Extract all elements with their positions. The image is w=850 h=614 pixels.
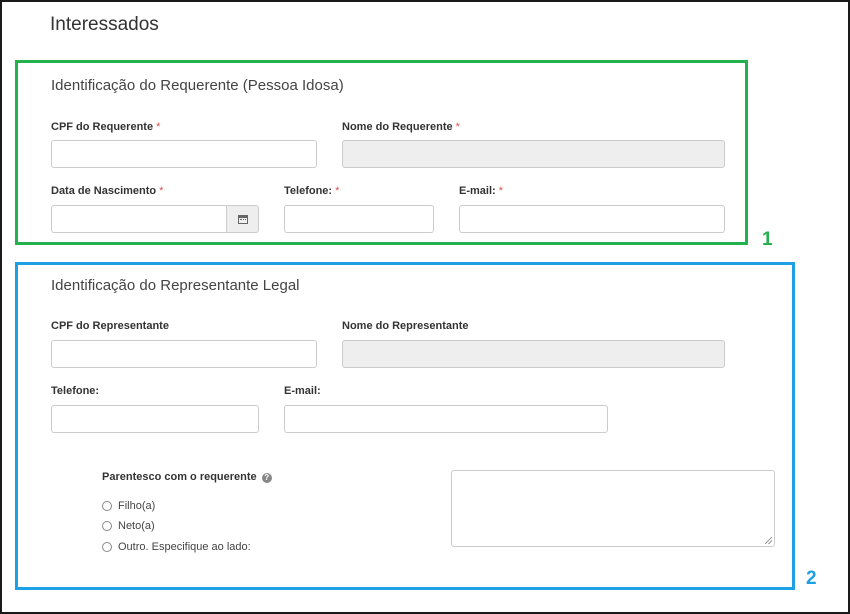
data-nascimento-label: Data de Nascimento * [51,185,164,197]
telefone-requerente-input[interactable] [284,205,434,233]
radio-button[interactable] [102,521,112,531]
radio-button[interactable] [102,542,112,552]
section-number-2: 2 [806,568,817,589]
nome-requerente-input [342,140,725,168]
section-number-1: 1 [762,229,773,250]
required-asterisk: * [156,121,161,133]
date-picker-button[interactable] [227,205,259,233]
radio-option-filho[interactable]: Filho(a) [102,500,155,512]
nome-representante-input [342,340,725,368]
telefone-representante-input[interactable] [51,405,259,433]
radio-option-outro[interactable]: Outro. Especifique ao lado: [102,541,251,553]
telefone-requerente-label: Telefone: * [284,185,340,197]
email-requerente-input[interactable] [459,205,725,233]
required-asterisk: * [335,185,340,197]
radio-label: Filho(a) [118,500,156,512]
calendar-icon [237,214,248,224]
page-title: Interessados [50,14,159,35]
telefone-representante-label: Telefone: [51,385,100,397]
radio-label: Neto(a) [118,520,155,532]
requerente-section-title: Identificação do Requerente (Pessoa Idos… [51,77,344,94]
required-asterisk: * [498,185,503,197]
nome-representante-label: Nome do Representante [342,320,469,332]
cpf-representante-input[interactable] [51,340,317,368]
radio-label: Outro. Especifique ao lado: [118,541,251,553]
radio-button[interactable] [102,501,112,511]
question-circle-icon[interactable]: ? [261,473,272,483]
required-asterisk: * [455,121,460,133]
email-representante-input[interactable] [284,405,608,433]
data-nascimento-input[interactable] [51,205,227,233]
radio-option-neto[interactable]: Neto(a) [102,520,155,532]
email-representante-label: E-mail: [284,385,321,397]
email-requerente-label: E-mail: * [459,185,503,197]
cpf-representante-label: CPF do Representante [51,320,169,332]
cpf-requerente-label: CPF do Requerente * [51,121,161,133]
cpf-requerente-input[interactable] [51,140,317,168]
required-asterisk: * [159,185,164,197]
nome-requerente-label: Nome do Requerente * [342,121,460,133]
especificar-textarea[interactable] [451,470,775,547]
representante-section-title: Identificação do Representante Legal [51,277,300,294]
parentesco-label: Parentesco com o requerente? [102,471,272,483]
resize-grip-icon[interactable] [765,537,772,544]
